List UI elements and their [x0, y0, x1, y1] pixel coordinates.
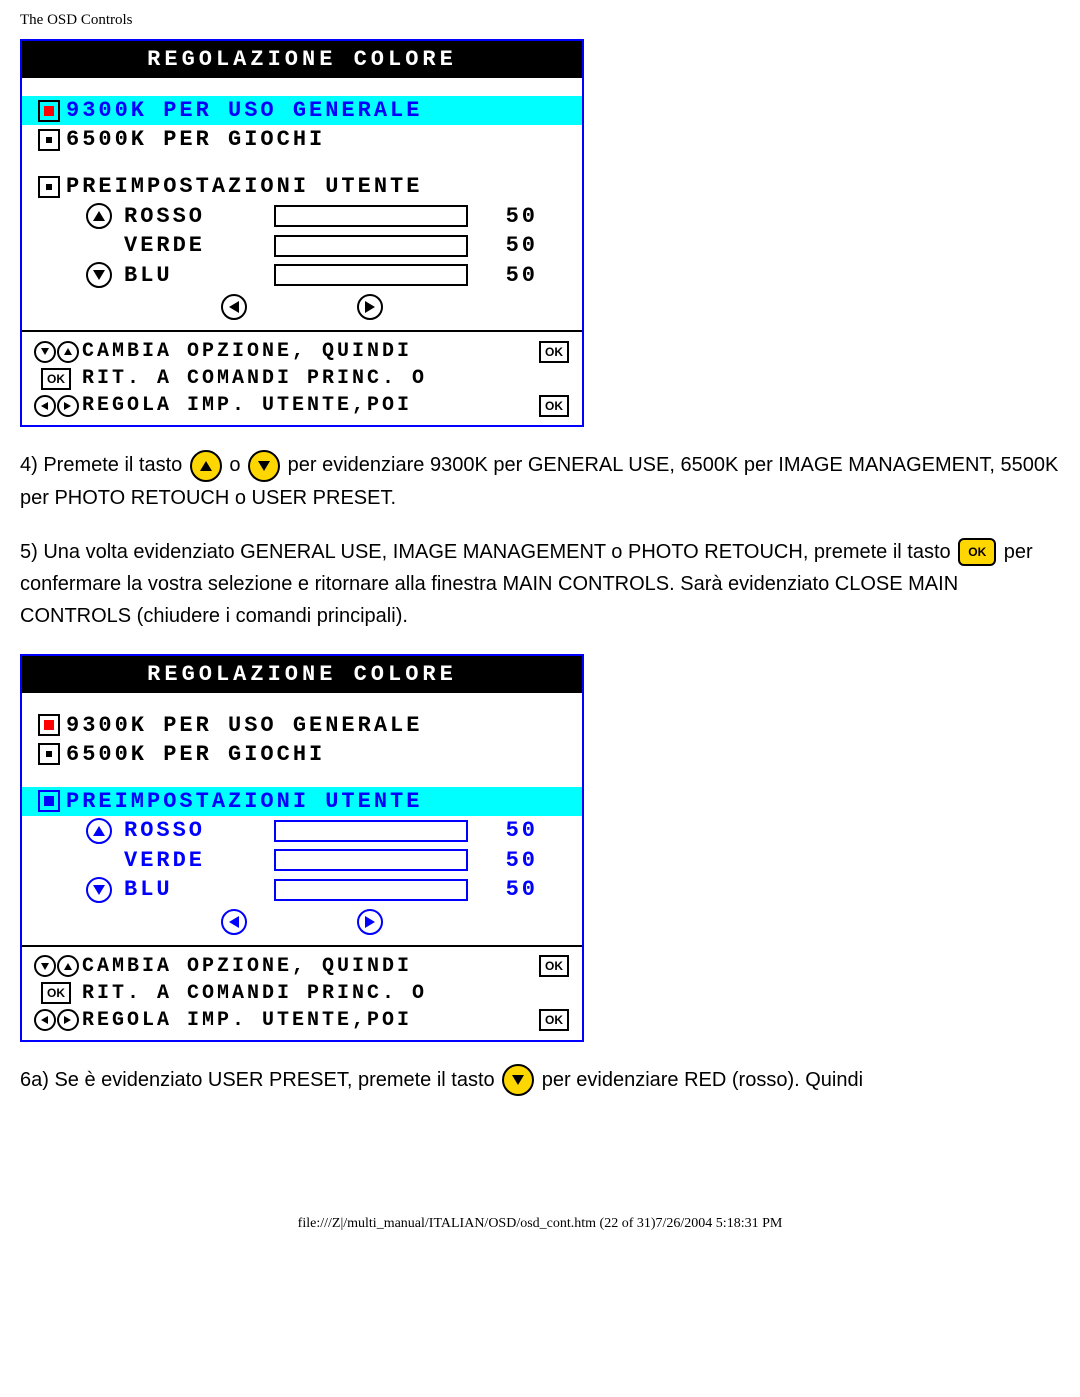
page-header: The OSD Controls: [20, 12, 1060, 29]
ok-icon: OK: [539, 955, 569, 977]
left-arrow-icon: [221, 294, 247, 320]
left-arrow-icon: [34, 395, 56, 417]
osd-title: REGOLAZIONE COLORE: [22, 41, 582, 78]
option-9300k[interactable]: 9300K PER USO GENERALE: [22, 96, 582, 125]
osd-footer-hints: CAMBIA OPZIONE, QUINDI OK OK RIT. A COMA…: [22, 330, 582, 425]
slider-bar: [274, 879, 468, 901]
option-6500k[interactable]: 6500K PER GIOCHI: [22, 125, 582, 154]
rgb-label: BLU: [116, 877, 274, 902]
instruction-step-6a: 6a) Se è evidenziato USER PRESET, premet…: [20, 1064, 1060, 1097]
osd-title: REGOLAZIONE COLORE: [22, 656, 582, 693]
hint-text: RIT. A COMANDI PRINC. O: [82, 367, 534, 390]
left-right-arrows: [22, 290, 582, 330]
slider-bar: [274, 820, 468, 842]
hint-text: REGOLA IMP. UTENTE,POI: [82, 394, 534, 417]
hint-text: CAMBIA OPZIONE, QUINDI: [82, 340, 534, 363]
rgb-value: 50: [478, 263, 538, 288]
up-arrow-icon: [57, 955, 79, 977]
rgb-value: 50: [478, 877, 538, 902]
option-user-preset[interactable]: PREIMPOSTAZIONI UTENTE: [22, 172, 582, 201]
left-right-arrows: [22, 905, 582, 945]
slider-bar: [274, 264, 468, 286]
ok-icon: OK: [539, 341, 569, 363]
hint-text: REGOLA IMP. UTENTE,POI: [82, 1009, 534, 1032]
up-button-icon: [190, 450, 222, 482]
rgb-value: 50: [478, 848, 538, 873]
radio-unselected-icon: [38, 176, 60, 198]
option-9300k[interactable]: 9300K PER USO GENERALE: [22, 711, 582, 740]
rgb-value: 50: [478, 818, 538, 843]
osd-footer-hints: CAMBIA OPZIONE, QUINDI OK OK RIT. A COMA…: [22, 945, 582, 1040]
rgb-label: ROSSO: [116, 204, 274, 229]
down-arrow-icon: [86, 262, 112, 288]
hint-text: CAMBIA OPZIONE, QUINDI: [82, 955, 534, 978]
rgb-red-row: ROSSO 50: [22, 201, 582, 231]
ok-icon: OK: [41, 368, 71, 390]
osd-panel-1: REGOLAZIONE COLORE 9300K PER USO GENERAL…: [20, 39, 584, 427]
ok-icon: OK: [539, 1009, 569, 1031]
option-label: 9300K PER USO GENERALE: [66, 98, 422, 123]
option-label: PREIMPOSTAZIONI UTENTE: [66, 174, 422, 199]
down-button-icon: [502, 1064, 534, 1096]
ok-button-icon: OK: [958, 538, 996, 566]
rgb-label: VERDE: [116, 233, 274, 258]
ok-icon: OK: [41, 982, 71, 1004]
right-arrow-icon: [57, 395, 79, 417]
instruction-step-5: 5) Una volta evidenziato GENERAL USE, IM…: [20, 536, 1060, 632]
option-label: 6500K PER GIOCHI: [66, 127, 325, 152]
rgb-label: ROSSO: [116, 818, 274, 843]
right-arrow-icon: [357, 294, 383, 320]
radio-unselected-icon: [38, 129, 60, 151]
option-label: PREIMPOSTAZIONI UTENTE: [66, 789, 422, 814]
down-button-icon: [248, 450, 280, 482]
down-arrow-icon: [86, 877, 112, 903]
page-footer-path: file:///Z|/multi_manual/ITALIAN/OSD/osd_…: [20, 1216, 1060, 1232]
rgb-label: VERDE: [116, 848, 274, 873]
rgb-green-row: VERDE 50: [22, 846, 582, 875]
osd-panel-2: REGOLAZIONE COLORE 9300K PER USO GENERAL…: [20, 654, 584, 1042]
slider-bar: [274, 849, 468, 871]
rgb-green-row: VERDE 50: [22, 231, 582, 260]
radio-unselected-icon: [38, 743, 60, 765]
rgb-label: BLU: [116, 263, 274, 288]
option-user-preset[interactable]: PREIMPOSTAZIONI UTENTE: [22, 787, 582, 816]
slider-bar: [274, 235, 468, 257]
radio-selected-icon: [38, 100, 60, 122]
up-arrow-icon: [86, 818, 112, 844]
ok-icon: OK: [539, 395, 569, 417]
radio-selected-icon: [38, 714, 60, 736]
hint-text: RIT. A COMANDI PRINC. O: [82, 982, 534, 1005]
option-6500k[interactable]: 6500K PER GIOCHI: [22, 740, 582, 769]
radio-unselected-icon: [38, 790, 60, 812]
rgb-red-row: ROSSO 50: [22, 816, 582, 846]
down-arrow-icon: [34, 341, 56, 363]
rgb-blue-row: BLU 50: [22, 875, 582, 905]
left-arrow-icon: [34, 1009, 56, 1031]
instruction-step-4: 4) Premete il tasto o per evidenziare 93…: [20, 449, 1060, 514]
rgb-blue-row: BLU 50: [22, 260, 582, 290]
option-label: 6500K PER GIOCHI: [66, 742, 325, 767]
right-arrow-icon: [357, 909, 383, 935]
right-arrow-icon: [57, 1009, 79, 1031]
slider-bar: [274, 205, 468, 227]
up-arrow-icon: [86, 203, 112, 229]
down-arrow-icon: [34, 955, 56, 977]
rgb-value: 50: [478, 233, 538, 258]
rgb-value: 50: [478, 204, 538, 229]
up-arrow-icon: [57, 341, 79, 363]
left-arrow-icon: [221, 909, 247, 935]
option-label: 9300K PER USO GENERALE: [66, 713, 422, 738]
